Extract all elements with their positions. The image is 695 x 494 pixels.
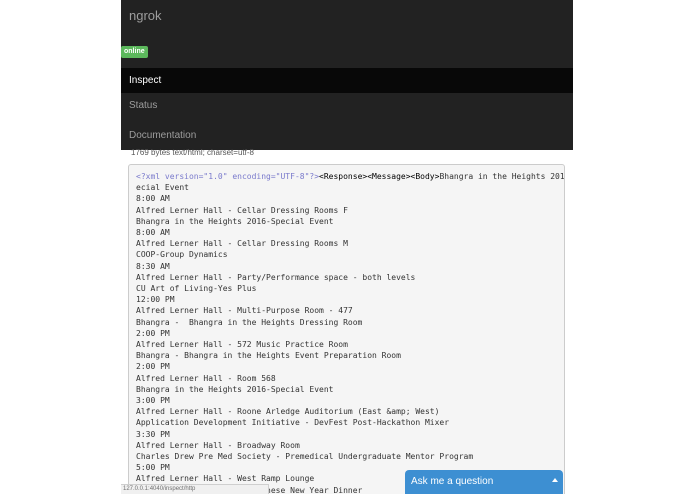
body-line: 8:30 AM bbox=[136, 261, 170, 271]
body-line: CU Art of Living-Yes Plus bbox=[136, 284, 257, 294]
response-meta: 1769 bytes text/html; charset=utf-8 bbox=[131, 148, 254, 157]
body-line: 12:00 PM bbox=[136, 295, 175, 305]
body-first-text: Bhangra in the Heights 2016-Sp bbox=[439, 172, 565, 181]
body-line: 8:00 AM bbox=[136, 194, 170, 204]
xml-opening-tags: <Response><Message><Body> bbox=[319, 172, 440, 181]
brand-logo[interactable]: ngrok bbox=[129, 8, 162, 23]
ngrok-inspector-frame: ngrok online Inspect Status Documentatio… bbox=[121, 0, 573, 494]
body-line: Alfred Lerner Hall - Room 568 bbox=[136, 373, 276, 383]
body-line: Alfred Lerner Hall - Cellar Dressing Roo… bbox=[136, 205, 348, 215]
navbar: ngrok online Inspect Status Documentatio… bbox=[121, 0, 573, 150]
response-body-panel[interactable]: <?xml version="1.0" encoding="UTF-8"?><R… bbox=[128, 164, 565, 494]
body-line: 3:00 PM bbox=[136, 396, 170, 406]
status-badge: online bbox=[121, 46, 148, 58]
body-line: Application Development Initiative - Dev… bbox=[136, 418, 450, 428]
body-line: Bhangra - Bhangra in the Heights Event P… bbox=[136, 351, 401, 361]
response-body-code: <?xml version="1.0" encoding="UTF-8"?><R… bbox=[129, 165, 564, 494]
body-line: Charles Drew Pre Med Society - Premedica… bbox=[136, 452, 474, 462]
status-bar-url: 127.0.0.1:4040/inspect/http bbox=[121, 484, 269, 494]
body-line: COOP-Group Dynamics bbox=[136, 250, 228, 260]
body-line: Bhangra in the Heights 2016-Special Even… bbox=[136, 384, 334, 394]
body-line: Alfred Lerner Hall - Broadway Room bbox=[136, 440, 300, 450]
body-line: Alfred Lerner Hall - West Ramp Lounge bbox=[136, 474, 315, 484]
body-lines: ecial Event 8:00 AM Alfred Lerner Hall -… bbox=[136, 183, 473, 494]
body-line: Alfred Lerner Hall - 572 Music Practice … bbox=[136, 340, 348, 350]
body-line: 2:00 PM bbox=[136, 362, 170, 372]
nav-item-inspect[interactable]: Inspect bbox=[121, 68, 573, 93]
ask-question-widget[interactable]: Ask me a question bbox=[405, 470, 563, 494]
body-line: Alfred Lerner Hall - Party/Performance s… bbox=[136, 272, 416, 282]
body-line: 2:00 PM bbox=[136, 328, 170, 338]
body-line: 8:00 AM bbox=[136, 228, 170, 238]
chevron-up-icon[interactable] bbox=[552, 478, 558, 482]
body-line: ecial Event bbox=[136, 183, 189, 193]
body-line: Bhangra in the Heights 2016-Special Even… bbox=[136, 216, 334, 226]
xml-declaration: <?xml version="1.0" encoding="UTF-8"?> bbox=[136, 172, 320, 181]
body-line: 5:00 PM bbox=[136, 463, 170, 473]
ask-question-label: Ask me a question bbox=[411, 476, 494, 487]
body-line: Alfred Lerner Hall - Roone Arledge Audit… bbox=[136, 407, 440, 417]
body-line: 3:30 PM bbox=[136, 429, 170, 439]
body-line: Alfred Lerner Hall - Cellar Dressing Roo… bbox=[136, 239, 348, 249]
nav-item-documentation[interactable]: Documentation bbox=[121, 123, 573, 148]
nav-item-status[interactable]: Status bbox=[121, 93, 573, 118]
body-line: Bhangra - Bhangra in the Heights Dressin… bbox=[136, 317, 363, 327]
body-line: Alfred Lerner Hall - Multi-Purpose Room … bbox=[136, 306, 353, 316]
